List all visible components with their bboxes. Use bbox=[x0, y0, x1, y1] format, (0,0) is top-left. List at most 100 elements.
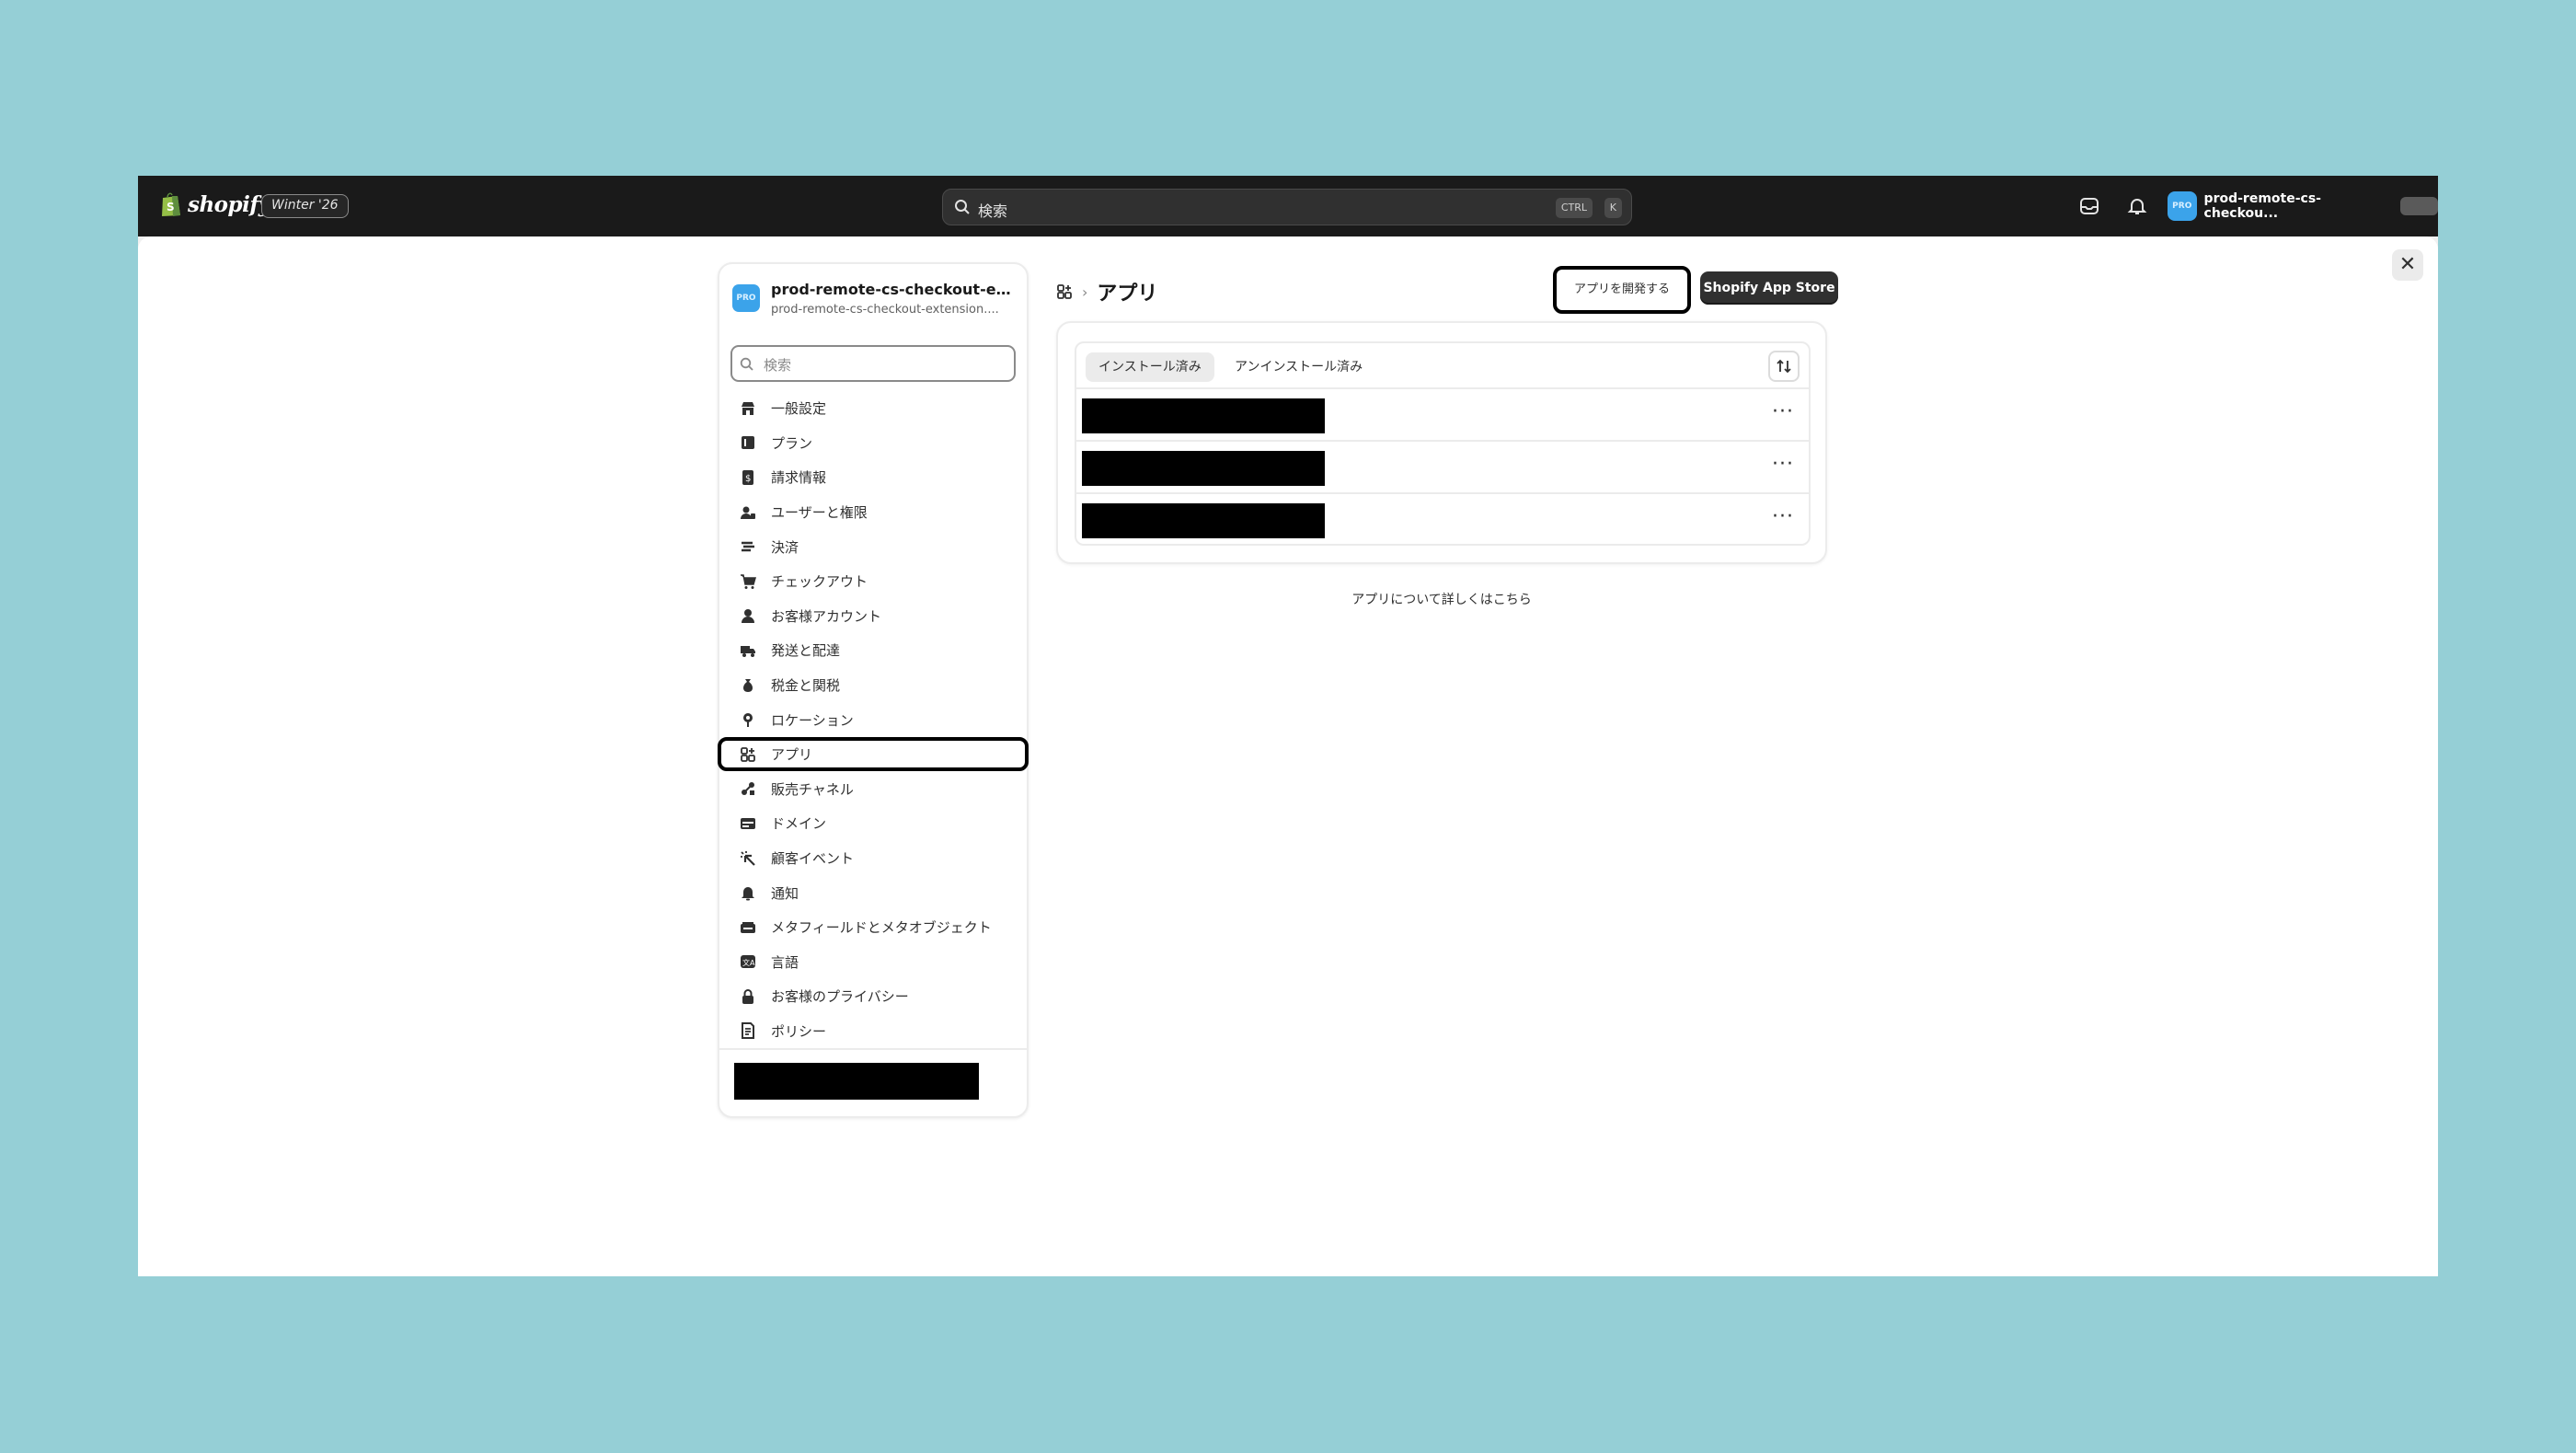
sidebar-item-label: ユーザーと権限 bbox=[771, 504, 868, 522]
sidebar-item-privacy[interactable]: お客様のプライバシー bbox=[719, 979, 1027, 1014]
more-actions-icon[interactable]: ··· bbox=[1772, 453, 1794, 476]
sidebar-item-label: 発送と配達 bbox=[771, 642, 841, 660]
settings-search-placeholder: 検索 bbox=[764, 357, 792, 374]
browser-window: S shopify Winter '26 検索 CTRL K PRO prod-… bbox=[138, 176, 2438, 1276]
apps-table: インストール済み アンインストール済み ··· ··· ··· bbox=[1075, 341, 1811, 546]
domain-icon bbox=[738, 813, 758, 834]
active-item-highlight bbox=[718, 736, 1029, 771]
channels-icon bbox=[738, 778, 758, 799]
top-bar: S shopify Winter '26 検索 CTRL K PRO prod-… bbox=[138, 176, 2438, 236]
apps-icon bbox=[738, 744, 758, 765]
table-row[interactable]: ··· bbox=[1076, 389, 1809, 442]
sidebar-item-label: ドメイン bbox=[771, 815, 827, 833]
users-icon bbox=[738, 502, 758, 523]
shortcut-k: K bbox=[1604, 198, 1622, 218]
shopify-bag-icon: S bbox=[162, 192, 180, 216]
location-icon bbox=[738, 709, 758, 730]
sidebar-item-locations[interactable]: ロケーション bbox=[719, 702, 1027, 737]
sidebar-item-checkout[interactable]: チェックアウト bbox=[719, 564, 1027, 599]
bell-icon[interactable] bbox=[2127, 196, 2147, 216]
cart-icon bbox=[738, 571, 758, 592]
search-icon bbox=[740, 357, 753, 371]
sidebar-item-label: ロケーション bbox=[771, 711, 854, 729]
sidebar-footer bbox=[719, 1048, 1027, 1116]
app-store-button[interactable]: Shopify App Store bbox=[1700, 271, 1838, 305]
table-row[interactable]: ··· bbox=[1076, 442, 1809, 494]
apps-icon[interactable] bbox=[1056, 283, 1073, 300]
global-search-input[interactable]: 検索 CTRL K bbox=[942, 189, 1632, 225]
redacted-block bbox=[1082, 398, 1325, 433]
inbox-icon[interactable] bbox=[2079, 196, 2099, 216]
sidebar-item-domains[interactable]: ドメイン bbox=[719, 806, 1027, 841]
sort-button[interactable] bbox=[1768, 351, 1800, 382]
apps-card: インストール済み アンインストール済み ··· ··· ··· bbox=[1056, 321, 1827, 564]
sidebar-item-label: チェックアウト bbox=[771, 573, 868, 591]
sidebar-item-billing[interactable]: $ 請求情報 bbox=[719, 460, 1027, 495]
settings-modal: ✕ PRO prod-remote-cs-checkout-exte... pr… bbox=[138, 236, 2438, 1276]
shopify-logo[interactable]: S shopify bbox=[160, 191, 270, 217]
sidebar-item-policies[interactable]: ポリシー bbox=[719, 1014, 1027, 1049]
events-icon bbox=[738, 848, 758, 869]
sidebar-item-customer-accounts[interactable]: お客様アカウント bbox=[719, 599, 1027, 634]
sidebar-item-label: お客様のプライバシー bbox=[771, 988, 909, 1006]
sidebar-item-label: プラン bbox=[771, 434, 813, 452]
sidebar-item-customer-events[interactable]: 顧客イベント bbox=[719, 841, 1027, 876]
brand-wordmark: shopify bbox=[188, 191, 270, 217]
tab-installed[interactable]: インストール済み bbox=[1086, 352, 1214, 382]
settings-sidebar: PRO prod-remote-cs-checkout-exte... prod… bbox=[718, 262, 1029, 1118]
sidebar-item-payments[interactable]: 決済 bbox=[719, 529, 1027, 564]
learn-more-link[interactable]: アプリについて詳しくはこちら bbox=[1056, 590, 1827, 608]
search-placeholder: 検索 bbox=[978, 202, 1008, 220]
shortcut-ctrl: CTRL bbox=[1555, 198, 1593, 218]
billing-icon: $ bbox=[738, 467, 758, 488]
sidebar-item-label: 税金と関税 bbox=[771, 677, 841, 695]
apps-tabs: インストール済み アンインストール済み bbox=[1076, 343, 1809, 389]
more-actions-icon[interactable]: ··· bbox=[1772, 505, 1794, 528]
more-actions-icon[interactable]: ··· bbox=[1772, 400, 1794, 423]
store-icon bbox=[738, 398, 758, 419]
store-menu-button[interactable]: PRO prod-remote-cs-checkou... bbox=[2168, 190, 2438, 223]
tab-uninstalled[interactable]: アンインストール済み bbox=[1222, 352, 1375, 382]
sidebar-item-label: お客様アカウント bbox=[771, 607, 882, 625]
store-title: prod-remote-cs-checkout-exte... bbox=[771, 281, 1019, 298]
sidebar-item-taxes[interactable]: 税金と関税 bbox=[719, 668, 1027, 703]
person-icon bbox=[738, 605, 758, 626]
store-switcher[interactable]: PRO prod-remote-cs-checkout-exte... prod… bbox=[732, 279, 1019, 323]
sidebar-item-plan[interactable]: プラン bbox=[719, 426, 1027, 461]
language-icon: 文A bbox=[738, 951, 758, 972]
breadcrumb: › アプリ bbox=[1056, 277, 1157, 306]
table-row[interactable]: ··· bbox=[1076, 494, 1809, 544]
sidebar-item-users[interactable]: ユーザーと権限 bbox=[719, 495, 1027, 530]
sidebar-item-label: 顧客イベント bbox=[771, 850, 855, 868]
metafields-icon bbox=[738, 917, 758, 938]
store-domain: prod-remote-cs-checkout-extension.... bbox=[771, 303, 999, 317]
plan-icon bbox=[738, 432, 758, 453]
develop-apps-button[interactable]: アプリを開発する bbox=[1553, 266, 1691, 314]
sidebar-item-label: アプリ bbox=[771, 746, 813, 764]
edition-badge[interactable]: Winter '26 bbox=[261, 194, 349, 218]
sidebar-item-shipping[interactable]: 発送と配達 bbox=[719, 633, 1027, 668]
lock-icon bbox=[738, 986, 758, 1007]
settings-nav-list: 一般設定 プラン $ 請求情報 ユーザーと権限 決済 チェックアウト お客様アカ… bbox=[718, 391, 1029, 1049]
sort-icon bbox=[1777, 359, 1791, 374]
bell-icon bbox=[738, 882, 758, 903]
page-title: アプリ bbox=[1097, 283, 1158, 306]
sidebar-item-label: 言語 bbox=[771, 953, 799, 971]
sidebar-item-general[interactable]: 一般設定 bbox=[719, 391, 1027, 426]
sidebar-item-languages[interactable]: 文A 言語 bbox=[719, 945, 1027, 980]
sidebar-item-apps[interactable]: アプリ bbox=[718, 736, 1029, 772]
store-status-pill bbox=[2399, 197, 2438, 215]
svg-text:S: S bbox=[167, 201, 175, 213]
sidebar-item-label: 決済 bbox=[771, 538, 799, 556]
sidebar-item-label: メタフィールドとメタオブジェクト bbox=[771, 919, 992, 937]
chevron-right-icon: › bbox=[1082, 283, 1088, 301]
search-icon bbox=[955, 200, 970, 214]
tax-icon bbox=[738, 675, 758, 696]
settings-search-input[interactable]: 検索 bbox=[730, 345, 1016, 382]
sidebar-item-notifications[interactable]: 通知 bbox=[719, 875, 1027, 910]
svg-text:$: $ bbox=[745, 474, 751, 484]
sidebar-item-metafields[interactable]: メタフィールドとメタオブジェクト bbox=[719, 910, 1027, 945]
sidebar-item-sales-channels[interactable]: 販売チャネル bbox=[719, 772, 1027, 807]
close-button[interactable]: ✕ bbox=[2392, 249, 2423, 281]
svg-text:文A: 文A bbox=[742, 958, 755, 967]
